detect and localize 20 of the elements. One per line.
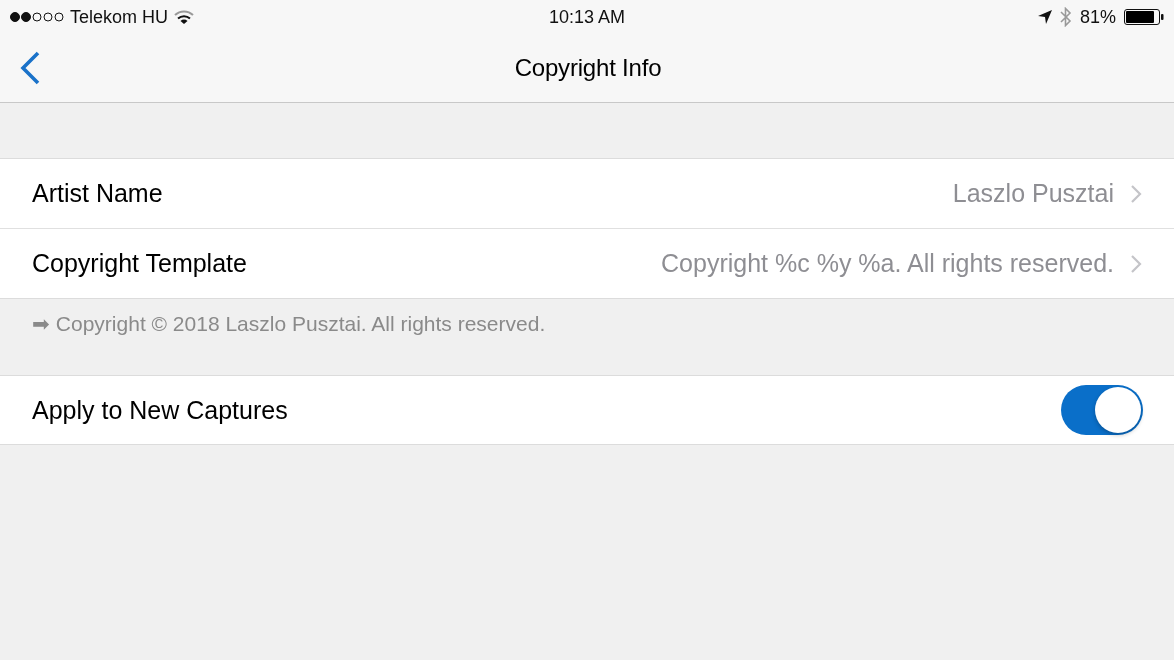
battery-icon (1124, 9, 1164, 25)
toggle-switch[interactable] (1061, 385, 1143, 435)
nav-title: Copyright Info (514, 53, 662, 82)
row-label: Artist Name (32, 179, 164, 208)
location-arrow-icon (1037, 10, 1052, 24)
carrier-name: Telekom HU (70, 6, 169, 28)
wifi-icon (174, 9, 195, 25)
row-value: Copyright %c %y %a. All rights reserved. (661, 249, 1114, 278)
section-footer-text: ➡ Copyright © 2018 Laszlo Pusztai. All rights reserved. (31, 311, 547, 337)
chevron-right-icon (1130, 183, 1142, 204)
back-chevron-icon (19, 50, 41, 85)
chevron-right-icon (1130, 253, 1142, 274)
signal-dots-icon (10, 12, 64, 22)
row-label: Copyright Template (32, 249, 248, 278)
row-value: Laszlo Pusztai (952, 179, 1114, 208)
bluetooth-icon (1059, 7, 1072, 27)
row-label: Apply to New Captures (32, 395, 289, 425)
battery-percent: 81% (1079, 6, 1116, 28)
status-time: 10:13 AM (548, 6, 626, 28)
back-button[interactable] (18, 50, 42, 85)
